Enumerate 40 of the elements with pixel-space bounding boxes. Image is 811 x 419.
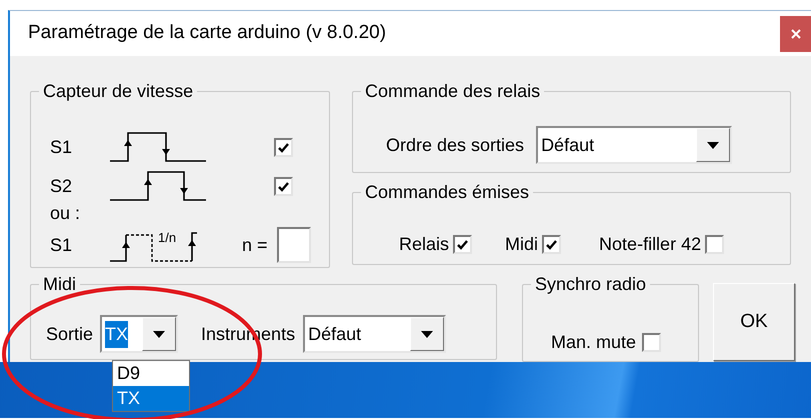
row-label: S1	[50, 234, 74, 256]
caret-icon	[153, 330, 166, 338]
checkbox-label: Midi	[505, 233, 538, 256]
checkbox[interactable]	[642, 333, 662, 352]
field-label: Sortie	[46, 322, 94, 346]
group-title: Midi	[42, 275, 78, 293]
check-icon	[456, 239, 470, 250]
close-button[interactable]	[780, 16, 811, 52]
checkbox-label: Relais	[399, 233, 450, 256]
checkbox[interactable]	[705, 235, 724, 254]
dropdown-option[interactable]: D9	[113, 361, 189, 386]
caret-icon	[421, 330, 434, 338]
input-field[interactable]	[276, 227, 311, 263]
field-label: n =	[242, 234, 268, 256]
check-icon	[277, 142, 290, 152]
checkbox-label: Man. mute	[551, 331, 636, 354]
ok-button[interactable]: OK	[713, 283, 795, 361]
output-dropdown[interactable]: TX	[100, 315, 178, 353]
check-icon	[277, 180, 290, 192]
group-title: Commande des relais	[364, 82, 542, 100]
checkbox[interactable]	[274, 138, 293, 156]
checkbox[interactable]	[453, 235, 472, 254]
caret-icon	[707, 142, 720, 148]
group-title: Commandes émises	[364, 183, 530, 201]
window-title: Paramétrage de la carte arduino (v 8.0.20)	[28, 21, 386, 46]
checkbox-label: Note-filler 42	[599, 233, 702, 256]
field-label: Ordre des sorties	[386, 134, 524, 156]
instruments-dropdown[interactable]: Défaut	[303, 315, 446, 353]
close-icon	[790, 28, 800, 38]
row-label: ou :	[50, 202, 82, 224]
order-dropdown[interactable]: Défaut	[536, 126, 732, 164]
checkbox[interactable]	[274, 176, 293, 196]
ratio-label: 1/n	[158, 231, 176, 245]
check-icon	[545, 239, 558, 250]
row-label: S1	[50, 136, 74, 158]
group-title: Synchro radio	[534, 275, 648, 293]
checkbox[interactable]	[542, 235, 562, 254]
group-title: Capteur de vitesse	[42, 82, 194, 100]
dropdown-option[interactable]: TX	[113, 386, 189, 411]
row-label: S2	[50, 174, 74, 198]
